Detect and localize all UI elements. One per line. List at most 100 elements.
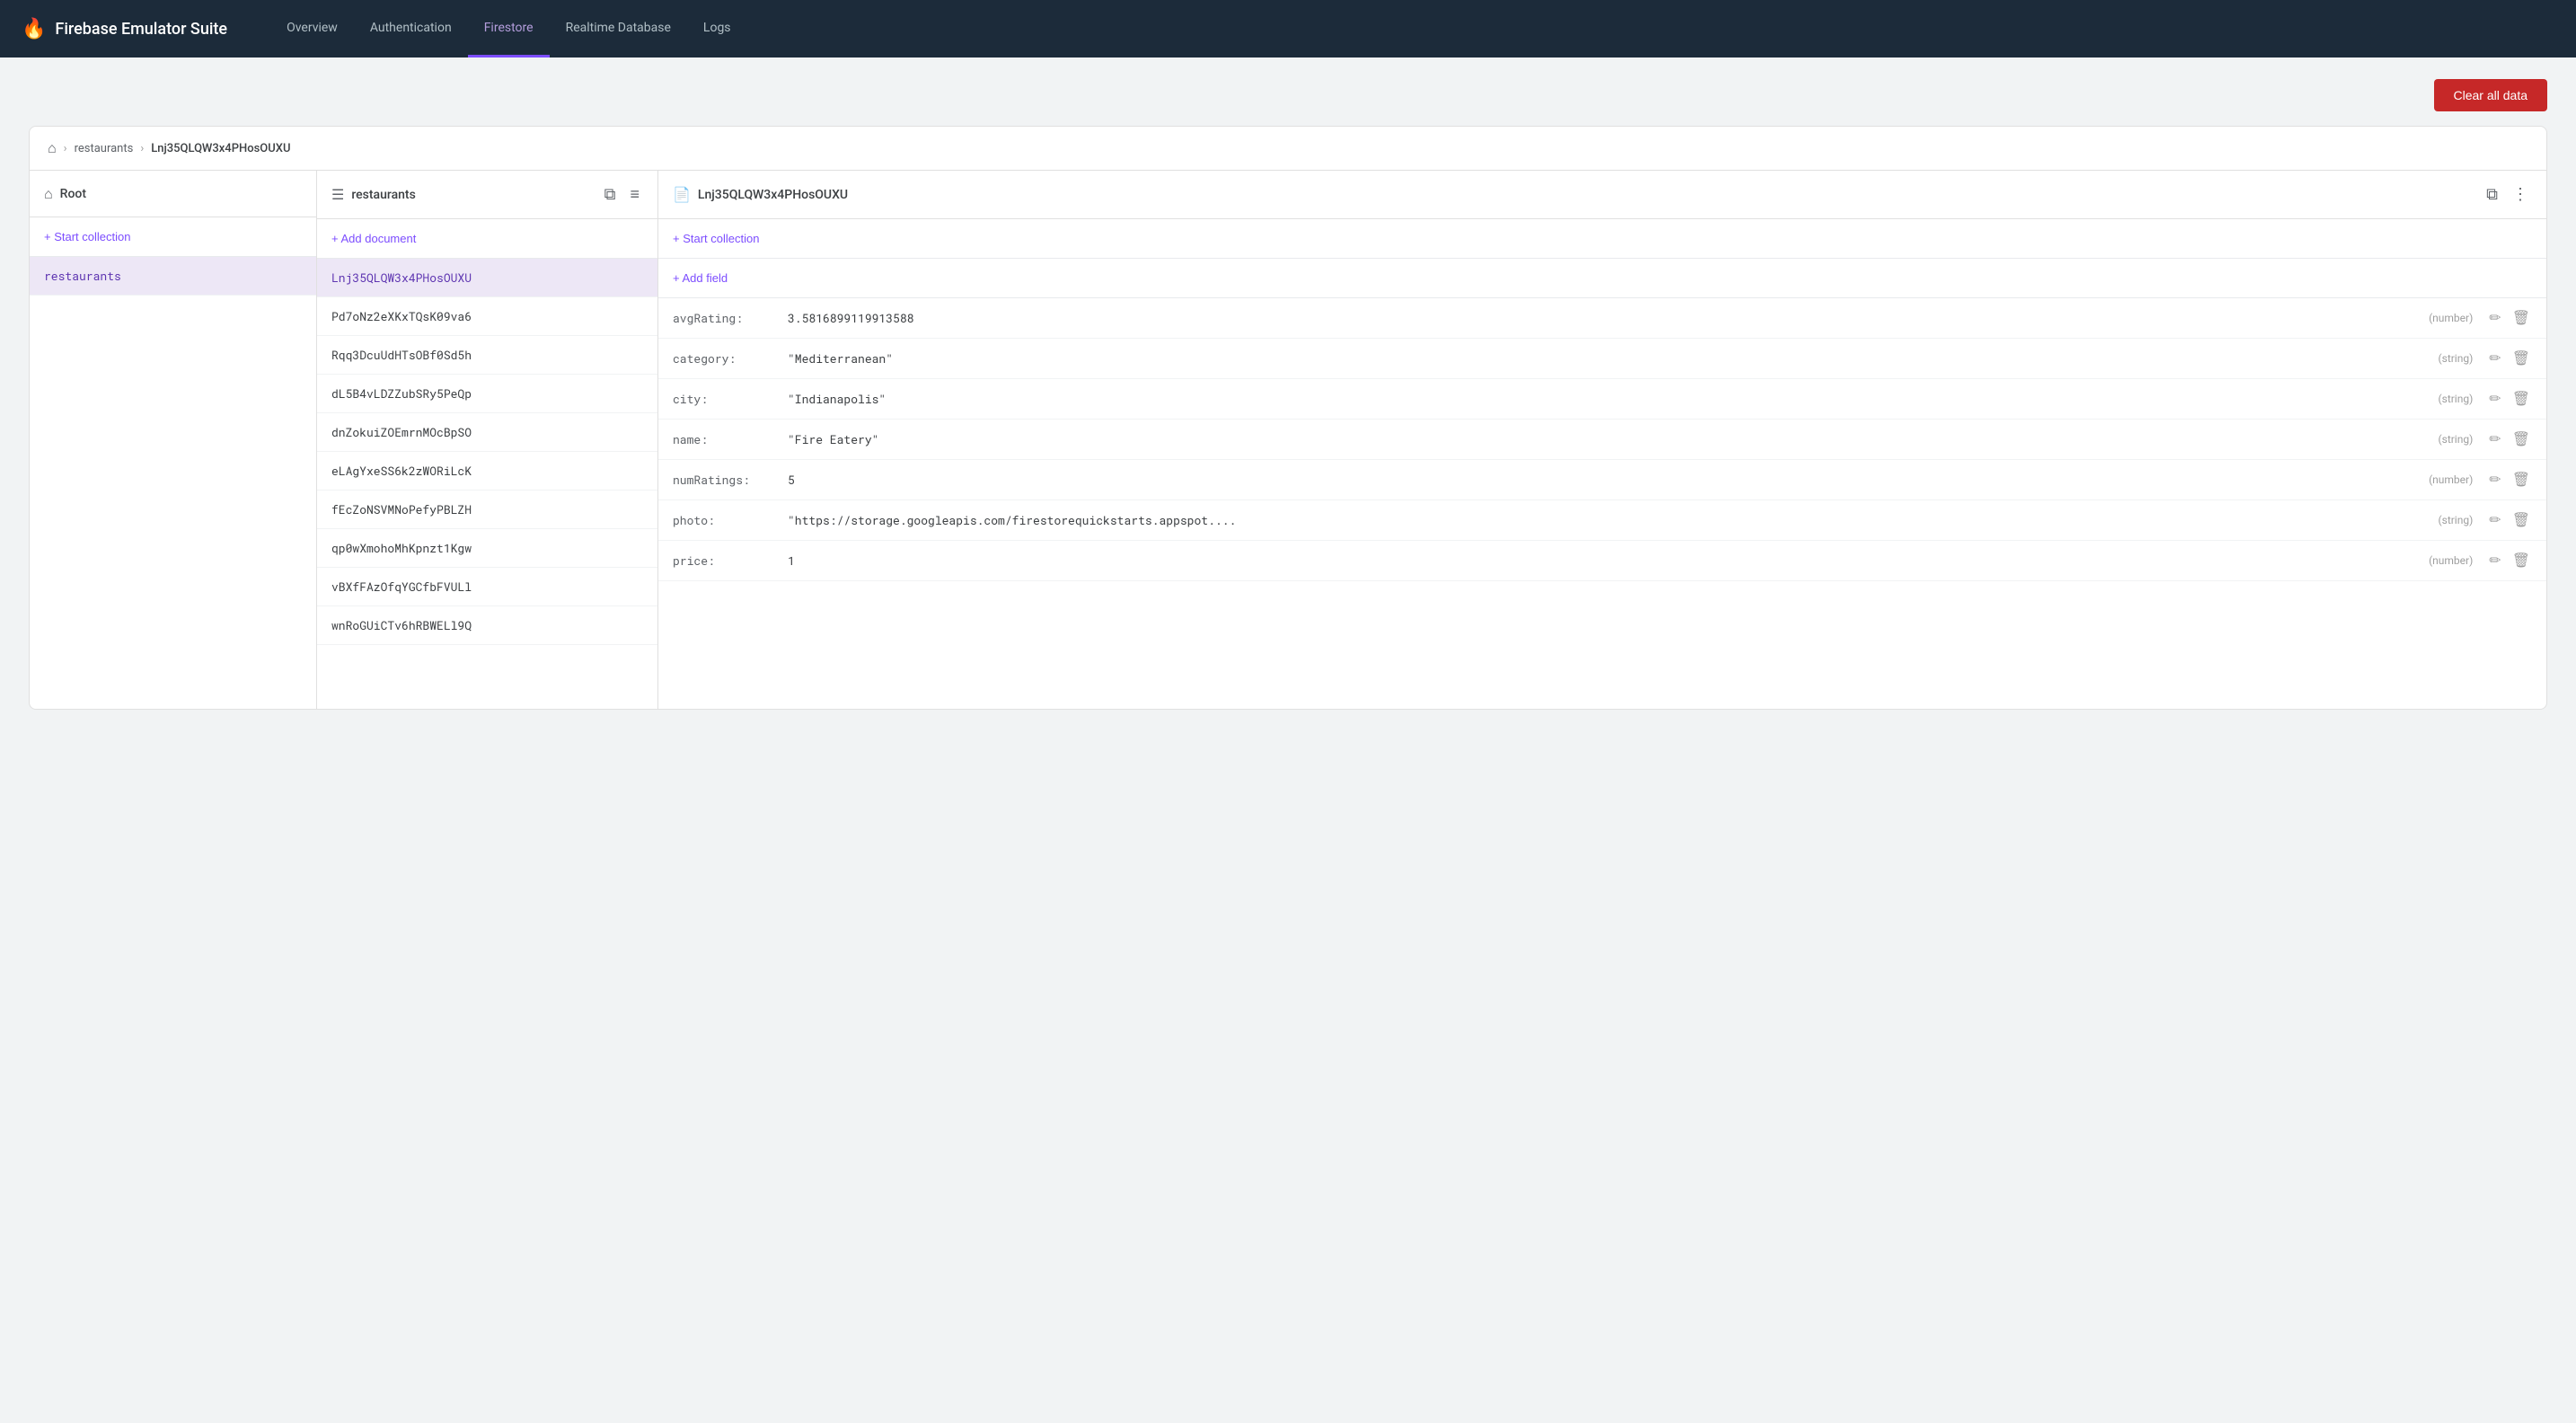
field-value-category: "Mediterranean": [788, 350, 2431, 367]
navbar: 🔥 Firebase Emulator Suite Overview Authe…: [0, 0, 2576, 57]
field-row-photo: photo: "https://storage.googleapis.com/f…: [658, 500, 2546, 541]
panel-document-title: Lnj35QLQW3x4PHosOUXU: [698, 188, 2475, 202]
edit-name-button[interactable]: ✏: [2487, 429, 2502, 450]
root-list-item-restaurants[interactable]: restaurants: [30, 257, 316, 296]
document-start-collection-row: + Start collection: [658, 219, 2546, 259]
start-collection-button[interactable]: + Start collection: [44, 226, 130, 247]
field-type-avgrating: (number): [2429, 312, 2473, 324]
app-brand: 🔥 Firebase Emulator Suite: [22, 18, 227, 40]
document-fields-list: avgRating: 3.5816899119913588 (number) ✏…: [658, 298, 2546, 709]
field-row-name: name: "Fire Eatery" (string) ✏ 🗑: [658, 420, 2546, 460]
field-key-category: category:: [673, 350, 781, 367]
edit-avgrating-button[interactable]: ✏: [2487, 307, 2502, 329]
nav-tabs: Overview Authentication Firestore Realti…: [270, 1, 746, 57]
field-key-name: name:: [673, 431, 781, 447]
root-action-row: + Start collection: [30, 217, 316, 257]
collection-icon: ☰: [331, 186, 344, 203]
panel-document: 📄 Lnj35QLQW3x4PHosOUXU ⧉ ⋮ + Start colle…: [658, 171, 2546, 709]
more-document-icon[interactable]: ⋮: [2509, 183, 2532, 206]
panel-root: ⌂ Root + Start collection restaurants: [30, 171, 317, 709]
document-icon: 📄: [673, 186, 691, 203]
delete-numratings-button[interactable]: 🗑: [2510, 469, 2532, 491]
tab-overview[interactable]: Overview: [270, 1, 354, 57]
field-value-name: "Fire Eatery": [788, 431, 2431, 447]
field-row-category: category: "Mediterranean" (string) ✏ 🗑: [658, 339, 2546, 379]
collection-list-item-6[interactable]: fEcZoNSVMNoPefyPBLZH: [317, 491, 657, 529]
tab-authentication[interactable]: Authentication: [354, 1, 468, 57]
delete-photo-button[interactable]: 🗑: [2510, 509, 2532, 531]
field-value-numratings: 5: [788, 472, 2422, 488]
field-value-price: 1: [788, 552, 2422, 569]
breadcrumb: ⌂ › restaurants › Lnj35QLQW3x4PHosOUXU: [29, 126, 2547, 171]
collection-list-item-3[interactable]: dL5B4vLDZZubSRy5PeQp: [317, 375, 657, 413]
breadcrumb-separator-1: ›: [64, 142, 67, 155]
tab-firestore[interactable]: Firestore: [468, 1, 550, 57]
field-value-photo: "https://storage.googleapis.com/firestor…: [788, 512, 2431, 528]
panel-root-header: ⌂ Root: [30, 171, 316, 217]
tab-logs[interactable]: Logs: [687, 1, 747, 57]
field-type-city: (string): [2439, 393, 2474, 405]
field-type-name: (string): [2439, 433, 2474, 446]
field-type-numratings: (number): [2429, 473, 2473, 486]
collection-list-item-1[interactable]: Pd7oNz2eXKxTQsK09va6: [317, 297, 657, 336]
edit-photo-button[interactable]: ✏: [2487, 509, 2502, 531]
delete-name-button[interactable]: 🗑: [2510, 429, 2532, 450]
collection-list-item-4[interactable]: dnZokuiZOEmrnMOcBpSO: [317, 413, 657, 452]
flame-icon: 🔥: [22, 18, 46, 40]
field-row-city: city: "Indianapolis" (string) ✏ 🗑: [658, 379, 2546, 420]
delete-avgrating-button[interactable]: 🗑: [2510, 307, 2532, 329]
document-start-collection-button[interactable]: + Start collection: [673, 228, 759, 249]
delete-category-button[interactable]: 🗑: [2510, 348, 2532, 369]
field-row-avgrating: avgRating: 3.5816899119913588 (number) ✏…: [658, 298, 2546, 339]
edit-price-button[interactable]: ✏: [2487, 550, 2502, 571]
copy-document-icon[interactable]: ⧉: [2483, 183, 2501, 206]
field-value-avgrating: 3.5816899119913588: [788, 310, 2422, 326]
field-row-price: price: 1 (number) ✏ 🗑: [658, 541, 2546, 581]
panel-collection: ☰ restaurants ⧉ ≡ + Add document Lnj35QL…: [317, 171, 658, 709]
breadcrumb-restaurants[interactable]: restaurants: [75, 142, 134, 155]
clear-all-button[interactable]: Clear all data: [2434, 79, 2548, 111]
main-content: Clear all data ⌂ › restaurants › Lnj35QL…: [0, 57, 2576, 731]
edit-numratings-button[interactable]: ✏: [2487, 469, 2502, 491]
collection-list-item-5[interactable]: eLAgYxeSS6k2zWORiLcK: [317, 452, 657, 491]
field-type-price: (number): [2429, 554, 2473, 567]
panel-root-title: Root: [60, 187, 302, 201]
edit-category-button[interactable]: ✏: [2487, 348, 2502, 369]
collection-list-item-7[interactable]: qp0wXmohoMhKpnzt1Kgw: [317, 529, 657, 568]
tab-realtime-database[interactable]: Realtime Database: [550, 1, 687, 57]
field-type-category: (string): [2439, 352, 2474, 365]
field-key-photo: photo:: [673, 512, 781, 528]
panel-collection-header: ☰ restaurants ⧉ ≡: [317, 171, 657, 219]
breadcrumb-separator-2: ›: [140, 142, 144, 155]
field-key-city: city:: [673, 391, 781, 407]
add-document-button[interactable]: + Add document: [331, 228, 416, 249]
add-field-button[interactable]: + Add field: [673, 268, 728, 288]
filter-collection-icon[interactable]: ≡: [626, 183, 643, 206]
collection-list-item-8[interactable]: vBXfFAzOfqYGCfbFVULl: [317, 568, 657, 606]
field-type-photo: (string): [2439, 514, 2474, 526]
field-key-avgrating: avgRating:: [673, 310, 781, 326]
field-key-numratings: numRatings:: [673, 472, 781, 488]
toolbar-row: Clear all data: [29, 79, 2547, 111]
collection-list-item-2[interactable]: Rqq3DcuUdHTsOBf0Sd5h: [317, 336, 657, 375]
collection-list-item-0[interactable]: Lnj35QLQW3x4PHosOUXU: [317, 259, 657, 297]
copy-collection-icon[interactable]: ⧉: [601, 183, 620, 206]
collection-action-row: + Add document: [317, 219, 657, 259]
edit-city-button[interactable]: ✏: [2487, 388, 2502, 410]
field-value-city: "Indianapolis": [788, 391, 2431, 407]
delete-city-button[interactable]: 🗑: [2510, 388, 2532, 410]
breadcrumb-doc-id: Lnj35QLQW3x4PHosOUXU: [151, 142, 290, 155]
app-title: Firebase Emulator Suite: [55, 20, 227, 39]
document-add-field-row: + Add field: [658, 259, 2546, 298]
home-icon[interactable]: ⌂: [48, 139, 57, 157]
root-icon: ⌂: [44, 185, 53, 203]
panel-container: ⌂ Root + Start collection restaurants ☰ …: [29, 171, 2547, 710]
collection-list: Lnj35QLQW3x4PHosOUXU Pd7oNz2eXKxTQsK09va…: [317, 259, 657, 709]
delete-price-button[interactable]: 🗑: [2510, 550, 2532, 571]
root-list: restaurants: [30, 257, 316, 709]
panel-document-header: 📄 Lnj35QLQW3x4PHosOUXU ⧉ ⋮: [658, 171, 2546, 219]
collection-list-item-9[interactable]: wnRoGUiCTv6hRBWELl9Q: [317, 606, 657, 645]
field-row-numratings: numRatings: 5 (number) ✏ 🗑: [658, 460, 2546, 500]
panel-collection-title: restaurants: [351, 188, 593, 202]
field-key-price: price:: [673, 552, 781, 569]
